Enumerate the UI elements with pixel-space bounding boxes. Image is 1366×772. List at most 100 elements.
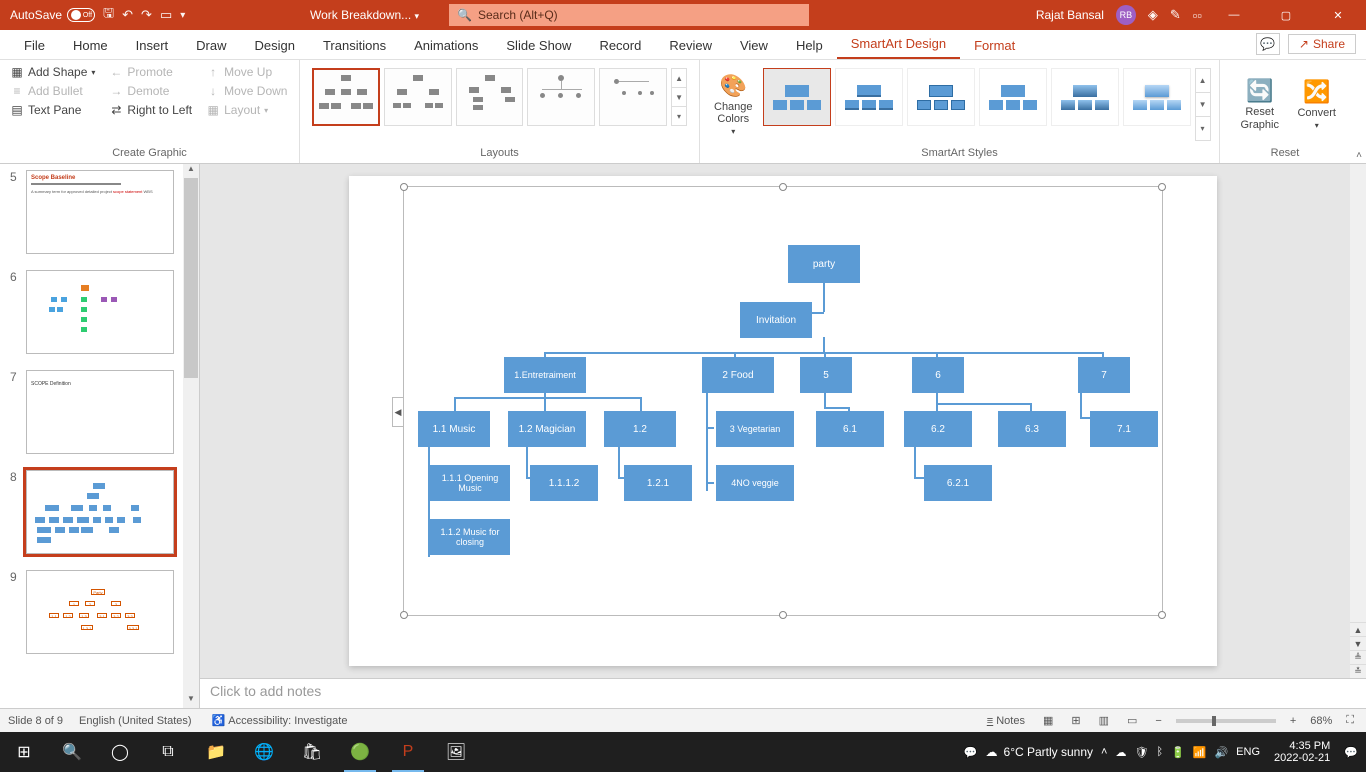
right-to-left-button[interactable]: ⇄Right to Left	[107, 102, 194, 118]
node-party[interactable]: party	[788, 245, 860, 283]
tab-animations[interactable]: Animations	[400, 32, 492, 59]
tab-view[interactable]: View	[726, 32, 782, 59]
style-option-2[interactable]	[835, 68, 903, 126]
slide-thumb-6[interactable]: 6	[10, 270, 189, 354]
zoom-in-button[interactable]: +	[1286, 713, 1300, 729]
node-62[interactable]: 6.2	[904, 411, 972, 447]
security-icon[interactable]: 🛡	[1134, 746, 1148, 759]
tab-review[interactable]: Review	[655, 32, 726, 59]
user-name[interactable]: Rajat Bansal	[1036, 8, 1104, 22]
layout-button[interactable]: ▦Layout ▾	[204, 102, 289, 118]
node-112closing[interactable]: 1.1.2 Music for closing	[430, 519, 510, 555]
task-view-icon[interactable]: ⧉	[144, 732, 192, 772]
zoom-level[interactable]: 68%	[1310, 715, 1332, 727]
text-pane-expand-icon[interactable]: ◀	[392, 397, 404, 427]
style-option-5[interactable]	[1051, 68, 1119, 126]
tray-expand-icon[interactable]: ˄	[1101, 746, 1107, 758]
styles-more-icon[interactable]: ▾	[1196, 117, 1210, 140]
onedrive-icon[interactable]: ☁	[1115, 746, 1126, 759]
styles-down-icon[interactable]: ▼	[1196, 93, 1210, 117]
view-reading-icon[interactable]: ▥	[1095, 712, 1113, 729]
slide-thumb-7[interactable]: 7 SCOPE Definition	[10, 370, 189, 454]
minimize-button[interactable]: —	[1214, 0, 1254, 30]
node-6[interactable]: 6	[912, 357, 964, 393]
file-explorer-icon[interactable]: 📁	[192, 732, 240, 772]
accessibility-button[interactable]: ♿Accessibility: Investigate	[208, 712, 352, 729]
style-option-4[interactable]	[979, 68, 1047, 126]
node-2food[interactable]: 2 Food	[702, 357, 774, 393]
search-button[interactable]: 🔍	[48, 732, 96, 772]
tab-format[interactable]: Format	[960, 32, 1029, 59]
coming-soon-icon[interactable]: ✎	[1170, 7, 1181, 23]
change-colors-button[interactable]: 🎨 Change Colors ▾	[708, 64, 759, 145]
view-sorter-icon[interactable]: ⊞	[1067, 712, 1084, 729]
search-input[interactable]: 🔍 Search (Alt+Q)	[449, 4, 809, 26]
qat-more-icon[interactable]: ▾	[180, 10, 185, 21]
smartart-object[interactable]: ◀	[403, 186, 1163, 616]
tab-design[interactable]: Design	[241, 32, 309, 59]
layout-option-2[interactable]	[384, 68, 452, 126]
convert-button[interactable]: 🔀 Convert ▾	[1291, 64, 1342, 145]
store-icon[interactable]: 🛍	[288, 732, 336, 772]
powerpoint-icon[interactable]: P	[384, 732, 432, 772]
node-11music[interactable]: 1.1 Music	[418, 411, 490, 447]
node-entretraiment[interactable]: 1.Entretraiment	[504, 357, 586, 393]
fit-to-window-icon[interactable]: ⛶	[1342, 712, 1358, 729]
styles-up-icon[interactable]: ▲	[1196, 69, 1210, 93]
battery-icon[interactable]: 🔋	[1171, 746, 1185, 759]
zoom-out-button[interactable]: −	[1151, 713, 1165, 729]
node-invitation[interactable]: Invitation	[740, 302, 812, 338]
notes-button[interactable]: ≡Notes	[983, 713, 1029, 729]
move-down-button[interactable]: ↓Move Down	[204, 83, 289, 99]
style-option-1[interactable]	[763, 68, 831, 126]
tab-insert[interactable]: Insert	[122, 32, 183, 59]
photos-icon[interactable]: 🖼	[432, 732, 480, 772]
diamond-icon[interactable]: ◈	[1148, 7, 1158, 23]
autosave-toggle[interactable]: AutoSave Off	[10, 8, 95, 22]
layout-option-5[interactable]	[599, 68, 667, 126]
node-63[interactable]: 6.3	[998, 411, 1066, 447]
styles-gallery-scroll[interactable]: ▲ ▼ ▾	[1195, 68, 1211, 141]
node-621[interactable]: 6.2.1	[924, 465, 992, 501]
maximize-button[interactable]: ▢	[1266, 0, 1306, 30]
node-5[interactable]: 5	[800, 357, 852, 393]
slide-thumb-8[interactable]: 8	[10, 470, 189, 554]
move-up-button[interactable]: ↑Move Up	[204, 64, 289, 80]
undo-icon[interactable]: ↶	[122, 7, 133, 23]
wifi-icon[interactable]: 📶	[1193, 746, 1207, 759]
chrome-icon[interactable]: 🟢	[336, 732, 384, 772]
start-button[interactable]: ⊞	[0, 732, 48, 772]
language-indicator[interactable]: English (United States)	[79, 715, 192, 727]
demote-button[interactable]: →Demote	[107, 83, 194, 99]
tab-smartart-design[interactable]: SmartArt Design	[837, 30, 960, 59]
node-12magician[interactable]: 1.2 Magician	[508, 411, 586, 447]
next-slide-icon[interactable]: ≛	[1350, 664, 1366, 678]
node-4noveggie[interactable]: 4NO veggie	[716, 465, 794, 501]
prev-slide-icon[interactable]: ≜	[1350, 650, 1366, 664]
layout-option-1[interactable]	[312, 68, 380, 126]
editor-scrollbar[interactable]: ▲ ▼ ≜ ≛	[1350, 164, 1366, 678]
tab-draw[interactable]: Draw	[182, 32, 240, 59]
reset-graphic-button[interactable]: 🔄 Reset Graphic	[1228, 64, 1291, 145]
action-center-icon[interactable]: 💬	[1344, 746, 1358, 759]
save-icon[interactable]: 🖫	[103, 4, 114, 26]
add-bullet-button[interactable]: ≡Add Bullet	[8, 83, 97, 99]
layouts-gallery-scroll[interactable]: ▲ ▼ ▾	[671, 68, 687, 126]
user-avatar[interactable]: RB	[1116, 5, 1136, 25]
comments-button[interactable]: 💬	[1256, 33, 1280, 55]
redo-icon[interactable]: ↷	[141, 7, 152, 23]
cortana-icon[interactable]: ◯	[96, 732, 144, 772]
node-7[interactable]: 7	[1078, 357, 1130, 393]
style-option-3[interactable]	[907, 68, 975, 126]
promote-button[interactable]: ←Promote	[107, 64, 194, 80]
gallery-down-icon[interactable]: ▼	[672, 88, 686, 107]
zoom-slider[interactable]	[1176, 719, 1276, 723]
present-icon[interactable]: ▭	[160, 7, 172, 23]
bluetooth-icon[interactable]: ᛒ	[1156, 746, 1163, 758]
edge-icon[interactable]: 🌐	[240, 732, 288, 772]
slide-thumb-9[interactable]: 9 Party 1 2 3 1.1 1.2 1.3 3.1 3.2 3.3 1.…	[10, 570, 189, 654]
clock[interactable]: 4:35 PM 2022-02-21	[1268, 740, 1336, 764]
slide-thumbnail-panel[interactable]: 5 Scope BaselineA summary term for appro…	[0, 164, 200, 708]
close-button[interactable]: ✕	[1318, 0, 1358, 30]
slide-counter[interactable]: Slide 8 of 9	[8, 715, 63, 727]
